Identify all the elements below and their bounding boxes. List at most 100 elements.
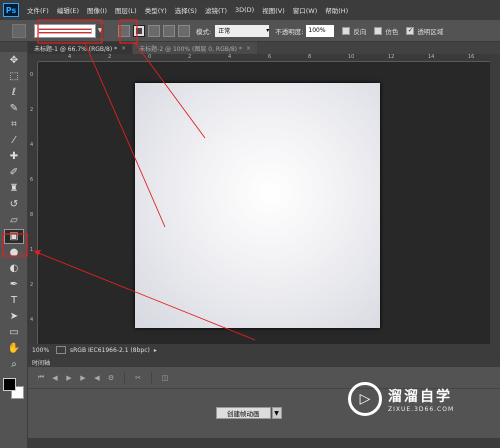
next-frame-icon[interactable]: ▶ [76, 372, 90, 384]
marquee-icon[interactable]: ⬚ [4, 69, 24, 84]
lasso-icon[interactable]: ℓ [4, 85, 24, 100]
chevron-down-icon: ▾ [266, 27, 270, 34]
color-swatches [3, 378, 25, 400]
zoom-field[interactable]: 100% [28, 347, 56, 354]
foreground-color[interactable] [3, 378, 16, 391]
chevron-down-icon[interactable]: ▼ [271, 407, 282, 419]
canvas-area[interactable] [38, 62, 490, 344]
menu-bar: Ps 文件(F) 编辑(E) 图像(I) 图层(L) 类型(Y) 选择(S) 滤… [0, 0, 500, 20]
gradient-icon[interactable]: ▣ [4, 229, 24, 244]
path-select-icon[interactable]: ➤ [4, 309, 24, 324]
settings-icon[interactable]: ⚙ [104, 372, 118, 384]
menu-help[interactable]: 帮助(H) [321, 5, 352, 15]
watermark: ▷ 溜溜自学 ZIXUE.3D66.COM [348, 382, 454, 416]
ruler-label: 8 [30, 212, 34, 218]
eyedropper-icon[interactable]: ⁄ [4, 133, 24, 148]
ruler-label: 10 [348, 54, 355, 60]
app-logo: Ps [3, 3, 19, 17]
menu-file[interactable]: 文件(F) [23, 5, 53, 15]
angle-gradient-button[interactable] [148, 24, 160, 37]
dodge-icon[interactable]: ◐ [4, 261, 24, 276]
reflected-gradient-button[interactable] [163, 24, 175, 37]
menu-view[interactable]: 视图(V) [258, 5, 289, 15]
ruler-label: 4 [30, 317, 34, 323]
ruler-label: 0 [30, 72, 34, 78]
opacity-label: 不透明度: [275, 27, 304, 36]
create-animation-group: 创建帧动画 ▼ [216, 407, 282, 419]
gradient-picker[interactable] [34, 23, 96, 38]
shape-icon[interactable]: ▭ [4, 325, 24, 340]
ruler-top: 4 2 0 2 4 6 8 10 12 14 16 [38, 54, 490, 62]
menu-type[interactable]: 类型(Y) [141, 5, 171, 15]
tab-document-2[interactable]: 未标题-2 @ 100% (图层 0, RGB/8) * × [133, 42, 257, 54]
mode-value: 正常 [218, 28, 231, 35]
pen-icon[interactable]: ✒ [4, 277, 24, 292]
menu-3d[interactable]: 3D(D) [231, 6, 258, 14]
ruler-label: 4 [228, 54, 232, 60]
transparency-checkbox[interactable]: ✓ 透明区域 [406, 26, 443, 36]
mode-select[interactable]: 正常 ▾ [215, 24, 270, 37]
ruler-label: 2 [108, 54, 112, 60]
document-info-icon [56, 346, 66, 354]
first-frame-icon[interactable]: ⏮ [34, 372, 48, 384]
menu-filter[interactable]: 滤镜(T) [201, 5, 231, 15]
menu-select[interactable]: 选择(S) [171, 5, 201, 15]
watermark-text: 溜溜自学 ZIXUE.3D66.COM [388, 386, 454, 413]
brush-icon[interactable]: ✐ [4, 165, 24, 180]
reverse-label: 反向 [353, 27, 367, 36]
gradient-dropdown-arrow[interactable]: ▼ [96, 23, 104, 38]
close-icon[interactable]: × [246, 45, 251, 52]
panel-grip[interactable] [0, 42, 27, 52]
tool-preset-picker[interactable] [12, 23, 26, 38]
blur-icon[interactable]: ● [4, 245, 24, 260]
history-brush-icon[interactable]: ↺ [4, 197, 24, 212]
linear-gradient-button[interactable] [118, 24, 130, 37]
chevron-right-icon[interactable]: ▸ [154, 347, 157, 354]
ruler-label: 4 [30, 142, 34, 148]
play-icon[interactable]: ▶ [62, 372, 76, 384]
prev-frame-icon[interactable]: ◀ [48, 372, 62, 384]
ruler-label: 16 [468, 54, 475, 60]
options-bar: ▼ 模式: 正常 ▾ 不透明度: 100% 反向 仿色 ✓ 透明区域 [0, 20, 500, 42]
healing-icon[interactable]: ✚ [4, 149, 24, 164]
tools-panel: ✥ ⬚ ℓ ✎ ⌗ ⁄ ✚ ✐ ♜ ↺ ▱ ▣ ● ◐ ✒ T ➤ ▭ ✋ ⌕ [0, 42, 28, 448]
gradient-swatch [38, 27, 92, 34]
tab-document-1[interactable]: 未标题-1 @ 66.7% (RGB/8) * × [28, 42, 133, 54]
ruler-label: 2 [188, 54, 192, 60]
zoom-icon[interactable]: ⌕ [4, 357, 24, 372]
document-tabs: 未标题-1 @ 66.7% (RGB/8) * × 未标题-2 @ 100% (图… [28, 42, 500, 54]
opacity-field[interactable]: 100% [306, 24, 335, 37]
checkbox-box [342, 26, 351, 35]
move-icon[interactable]: ✥ [4, 53, 24, 68]
menu-edit[interactable]: 编辑(E) [53, 5, 83, 15]
menu-layer[interactable]: 图层(L) [111, 5, 141, 15]
radial-gradient-button[interactable] [133, 24, 145, 37]
reverse-checkbox[interactable]: 反向 [342, 26, 366, 36]
ruler-label: 2 [30, 282, 34, 288]
ruler-label: 12 [388, 54, 395, 60]
watermark-name: 溜溜自学 [388, 388, 452, 405]
ruler-label: 0 [148, 54, 152, 60]
document-canvas[interactable] [135, 83, 380, 328]
eraser-icon[interactable]: ▱ [4, 213, 24, 228]
diamond-gradient-button[interactable] [178, 24, 190, 37]
crop-icon[interactable]: ⌗ [4, 117, 24, 132]
audio-icon[interactable]: ◀ [90, 372, 104, 384]
vertical-scrollbar[interactable] [490, 54, 500, 344]
transparency-label: 透明区域 [417, 27, 444, 36]
menu-image[interactable]: 图像(I) [83, 5, 111, 15]
tab-label: 未标题-2 @ 100% (图层 0, RGB/8) * [139, 45, 242, 53]
ruler-label: 8 [308, 54, 312, 60]
transition-icon[interactable]: ◫ [158, 372, 172, 384]
scissors-icon[interactable]: ✂ [131, 372, 145, 384]
clone-stamp-icon[interactable]: ♜ [4, 181, 24, 196]
timeline-footer [28, 438, 500, 448]
type-icon[interactable]: T [4, 293, 24, 308]
create-frame-animation-button[interactable]: 创建帧动画 [216, 407, 271, 419]
dither-checkbox[interactable]: 仿色 [374, 26, 398, 36]
close-icon[interactable]: × [121, 45, 126, 52]
ruler-label: 2 [30, 107, 34, 113]
hand-icon[interactable]: ✋ [4, 341, 24, 356]
menu-window[interactable]: 窗口(W) [289, 5, 322, 15]
quick-select-icon[interactable]: ✎ [4, 101, 24, 116]
